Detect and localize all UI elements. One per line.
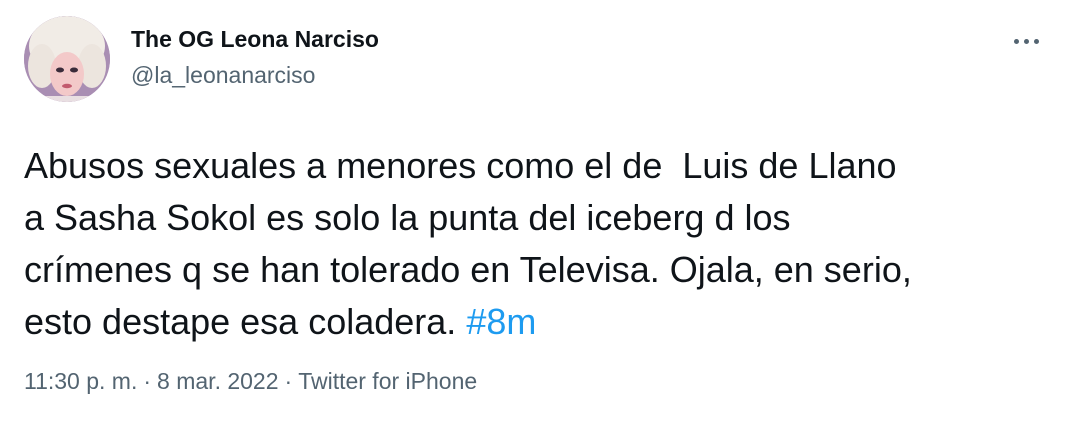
tweet-card: The OG Leona Narciso @la_leonanarciso Ab… [0, 0, 1072, 424]
tweet-metadata: 11:30 p. m. · 8 mar. 2022 · Twitter for iPho… [24, 368, 477, 395]
more-horizontal-icon [1023, 38, 1029, 44]
tweet-text: Abusos sexuales a menores como el de Lui… [24, 140, 1054, 348]
profile-photo-icon [24, 16, 110, 102]
tweet-date[interactable]: 8 mar. 2022 [157, 368, 278, 394]
tweet-text-line: a Sasha Sokol es solo la punta del icebe… [24, 197, 791, 238]
more-horizontal-icon [1013, 38, 1019, 44]
tweet-text-line: crímenes q se han tolerado en Televisa. … [24, 249, 912, 290]
tweet-source[interactable]: Twitter for iPhone [298, 368, 477, 394]
hashtag-link[interactable]: #8m [466, 301, 536, 342]
tweet-time[interactable]: 11:30 p. m. [24, 368, 137, 394]
tweet-text-line: Abusos sexuales a menores como el de Lui… [24, 145, 897, 186]
meta-separator: · [284, 368, 293, 394]
avatar[interactable] [24, 16, 110, 102]
more-horizontal-icon [1033, 38, 1039, 44]
meta-separator: · [143, 368, 152, 394]
more-options-button[interactable] [1008, 30, 1044, 52]
tweet-text-line: esto destape esa coladera. [24, 301, 467, 342]
author-handle[interactable]: @la_leonanarciso [131, 62, 315, 89]
tweet-text-line-last: esto destape esa coladera. #8m [24, 296, 1054, 348]
author-display-name[interactable]: The OG Leona Narciso [131, 26, 379, 53]
